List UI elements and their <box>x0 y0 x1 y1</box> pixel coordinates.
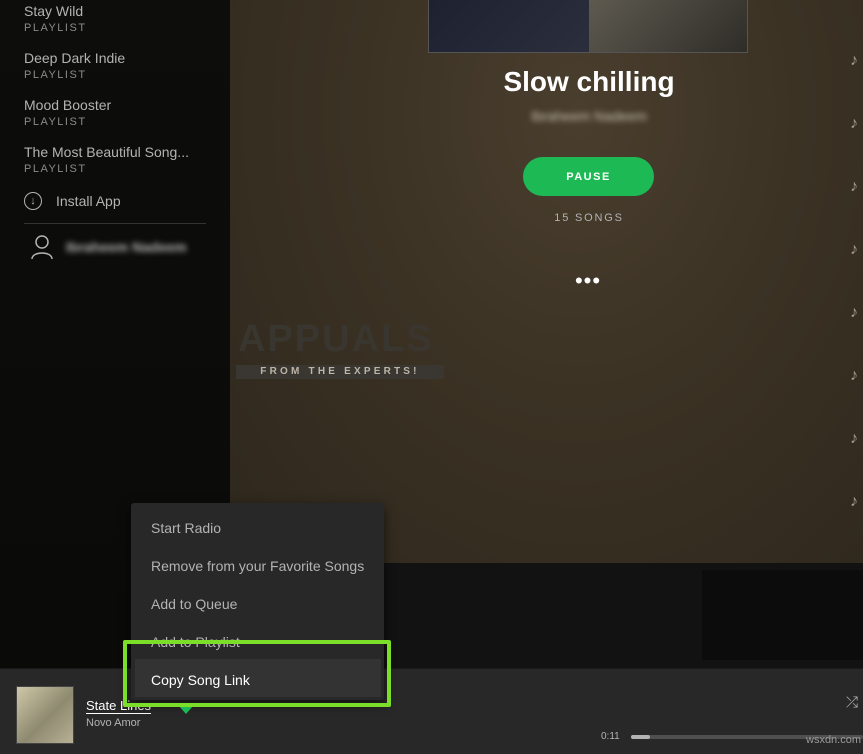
menu-item-start-radio[interactable]: Start Radio <box>151 520 221 536</box>
album-art[interactable] <box>16 686 74 744</box>
elapsed-time: 0:11 <box>601 731 620 742</box>
user-name: Ibraheem Nadeem <box>66 239 187 255</box>
sidebar-item-playlist[interactable]: Mood Booster PLAYLIST <box>24 96 111 128</box>
sidebar-item-playlist[interactable]: Stay Wild PLAYLIST <box>24 2 87 34</box>
playlist-cover <box>428 0 748 53</box>
music-note-icon: ♪ <box>850 304 858 321</box>
music-note-icon: ♪ <box>850 52 858 69</box>
playlist-type: PLAYLIST <box>24 163 87 175</box>
download-icon: ↓ <box>24 192 42 210</box>
menu-item-add-to-queue[interactable]: Add to Queue <box>151 596 237 612</box>
callout-highlight <box>123 640 391 707</box>
user-icon <box>31 235 53 260</box>
playlist-name: Deep Dark Indie <box>24 50 126 66</box>
cover-image <box>589 0 747 52</box>
menu-item-remove-favorite[interactable]: Remove from your Favorite Songs <box>151 558 364 574</box>
install-app-label: Install App <box>56 193 121 209</box>
track-artist[interactable]: Novo Amor <box>86 717 140 729</box>
more-options-button[interactable]: ••• <box>568 270 608 296</box>
pause-button[interactable]: PAUSE <box>523 157 654 196</box>
sidebar-item-playlist[interactable]: Deep Dark Indie PLAYLIST <box>24 49 125 81</box>
song-count: 15 SONGS <box>554 212 624 224</box>
tracklist-panel <box>702 570 863 660</box>
site-watermark: wsxdn.com <box>806 734 862 746</box>
music-note-icon: ♪ <box>850 430 858 447</box>
playlist-type: PLAYLIST <box>24 22 87 34</box>
progress-fill <box>631 735 650 739</box>
playlist-name: Mood Booster <box>24 97 112 113</box>
playlist-type: PLAYLIST <box>24 116 87 128</box>
sidebar-item-playlist[interactable]: The Most Beautiful Song... PLAYLIST <box>24 143 189 175</box>
music-note-icon: ♪ <box>850 241 858 258</box>
watermark-logo: APPUALS <box>238 318 434 360</box>
sidebar-divider <box>24 223 206 224</box>
music-note-icon: ♪ <box>850 115 858 132</box>
music-note-icon: ♪ <box>850 493 858 510</box>
cover-image <box>429 0 589 52</box>
playlist-title: Slow chilling <box>503 66 675 97</box>
shuffle-icon[interactable]: ⤮ <box>846 694 858 711</box>
music-note-icon: ♪ <box>850 367 858 384</box>
context-menu-caret <box>179 706 193 714</box>
playlist-name: Stay Wild <box>24 3 84 19</box>
playlist-owner[interactable]: Ibraheem Nadeem <box>430 108 748 124</box>
playlist-name: The Most Beautiful Song... <box>24 144 189 160</box>
playlist-type: PLAYLIST <box>24 69 87 81</box>
install-app-button[interactable]: ↓ Install App <box>24 192 121 210</box>
music-note-icon: ♪ <box>850 178 858 195</box>
user-profile[interactable]: Ibraheem Nadeem <box>30 234 187 260</box>
watermark-tagline: FROM THE EXPERTS! <box>236 365 444 379</box>
